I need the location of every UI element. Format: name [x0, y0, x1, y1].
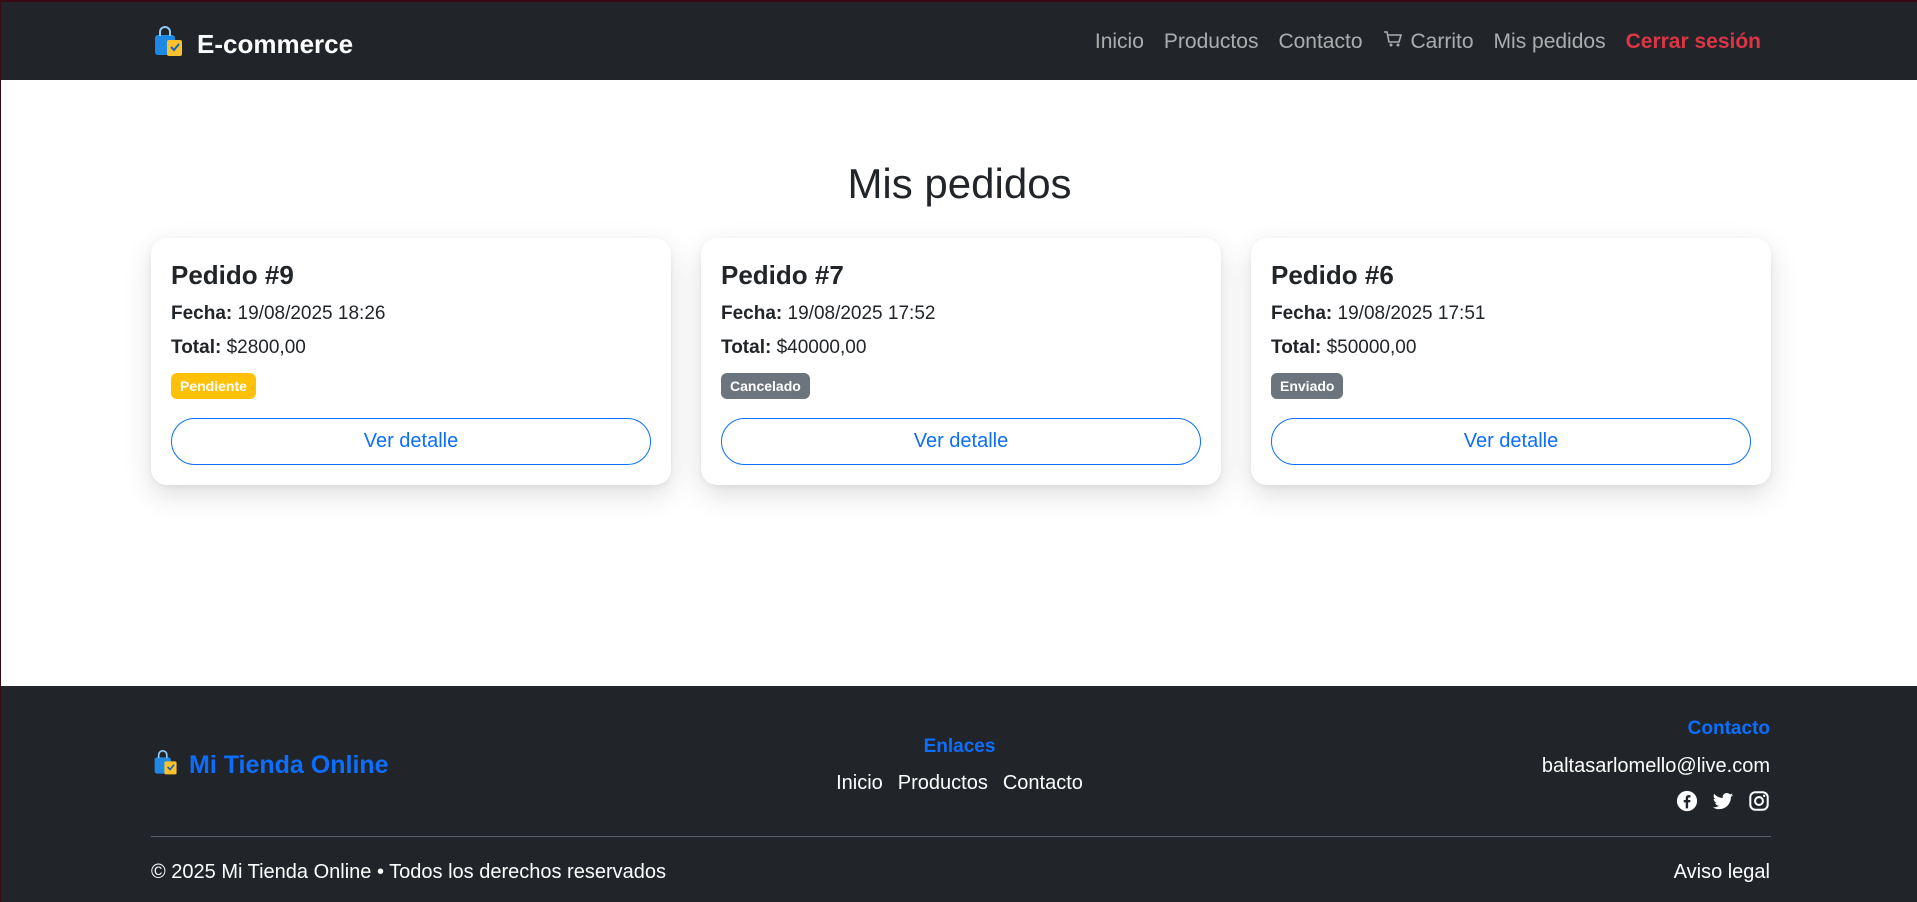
order-total: Total: $50000,00 [1271, 337, 1417, 358]
order-total: Total: $40000,00 [721, 337, 867, 358]
nav-link-carrito[interactable]: Carrito [1383, 30, 1474, 54]
view-detail-button[interactable]: Ver detalle [1271, 418, 1751, 465]
nav-link-productos[interactable]: Productos [1164, 30, 1259, 54]
order-date: Fecha: 19/08/2025 17:51 [1271, 303, 1486, 324]
order-card: Pedido #7 Fecha: 19/08/2025 17:52 Total:… [701, 238, 1221, 485]
brand-text: E-commerce [197, 29, 354, 59]
logout-link[interactable]: Cerrar sesión [1626, 30, 1761, 54]
social-links [1676, 790, 1770, 812]
footer-contact-title: Contacto [1687, 718, 1770, 739]
copyright-text: © 2025 Mi Tienda Online • Todos los dere… [151, 861, 666, 883]
order-total: Total: $2800,00 [171, 337, 306, 358]
navbar: E-commerce Inicio Productos Contacto Car… [1, 0, 1917, 80]
status-badge: Pendiente [171, 373, 256, 399]
instagram-icon[interactable] [1748, 790, 1770, 812]
footer-link-inicio[interactable]: Inicio [836, 772, 883, 795]
footer-divider [151, 836, 1771, 837]
footer: Mi Tienda Online Enlaces Inicio Producto… [1, 686, 1917, 902]
order-card: Pedido #9 Fecha: 19/08/2025 18:26 Total:… [151, 238, 671, 485]
page-title: Mis pedidos [847, 160, 1072, 207]
nav-link-inicio[interactable]: Inicio [1095, 30, 1144, 54]
status-badge: Cancelado [721, 373, 810, 399]
order-title: Pedido #7 [721, 260, 844, 290]
nav-links: Inicio Productos Contacto Carrito Mis pe… [1095, 30, 1761, 54]
view-detail-button[interactable]: Ver detalle [171, 418, 651, 465]
order-title: Pedido #9 [171, 260, 294, 290]
twitter-icon[interactable] [1712, 790, 1734, 812]
facebook-icon[interactable] [1676, 790, 1698, 812]
cart-label: Carrito [1410, 30, 1474, 53]
footer-link-productos[interactable]: Productos [898, 772, 988, 795]
legal-notice-link[interactable]: Aviso legal [1674, 861, 1770, 884]
orders-list: Pedido #9 Fecha: 19/08/2025 18:26 Total:… [151, 238, 1771, 485]
order-date: Fecha: 19/08/2025 18:26 [171, 303, 386, 324]
order-date: Fecha: 19/08/2025 17:52 [721, 303, 936, 324]
view-detail-button[interactable]: Ver detalle [721, 418, 1201, 465]
nav-link-mis-pedidos[interactable]: Mis pedidos [1494, 30, 1606, 54]
nav-link-contacto[interactable]: Contacto [1278, 30, 1362, 54]
footer-email: baltasarlomello@live.com [1541, 755, 1770, 777]
cart-icon [1383, 30, 1403, 54]
footer-link-contacto[interactable]: Contacto [1003, 772, 1083, 795]
order-card: Pedido #6 Fecha: 19/08/2025 17:51 Total:… [1251, 238, 1771, 485]
status-badge: Enviado [1271, 373, 1344, 399]
order-title: Pedido #6 [1271, 260, 1394, 290]
shopping-bag-icon [153, 26, 185, 63]
navbar-brand[interactable]: E-commerce [153, 26, 353, 63]
